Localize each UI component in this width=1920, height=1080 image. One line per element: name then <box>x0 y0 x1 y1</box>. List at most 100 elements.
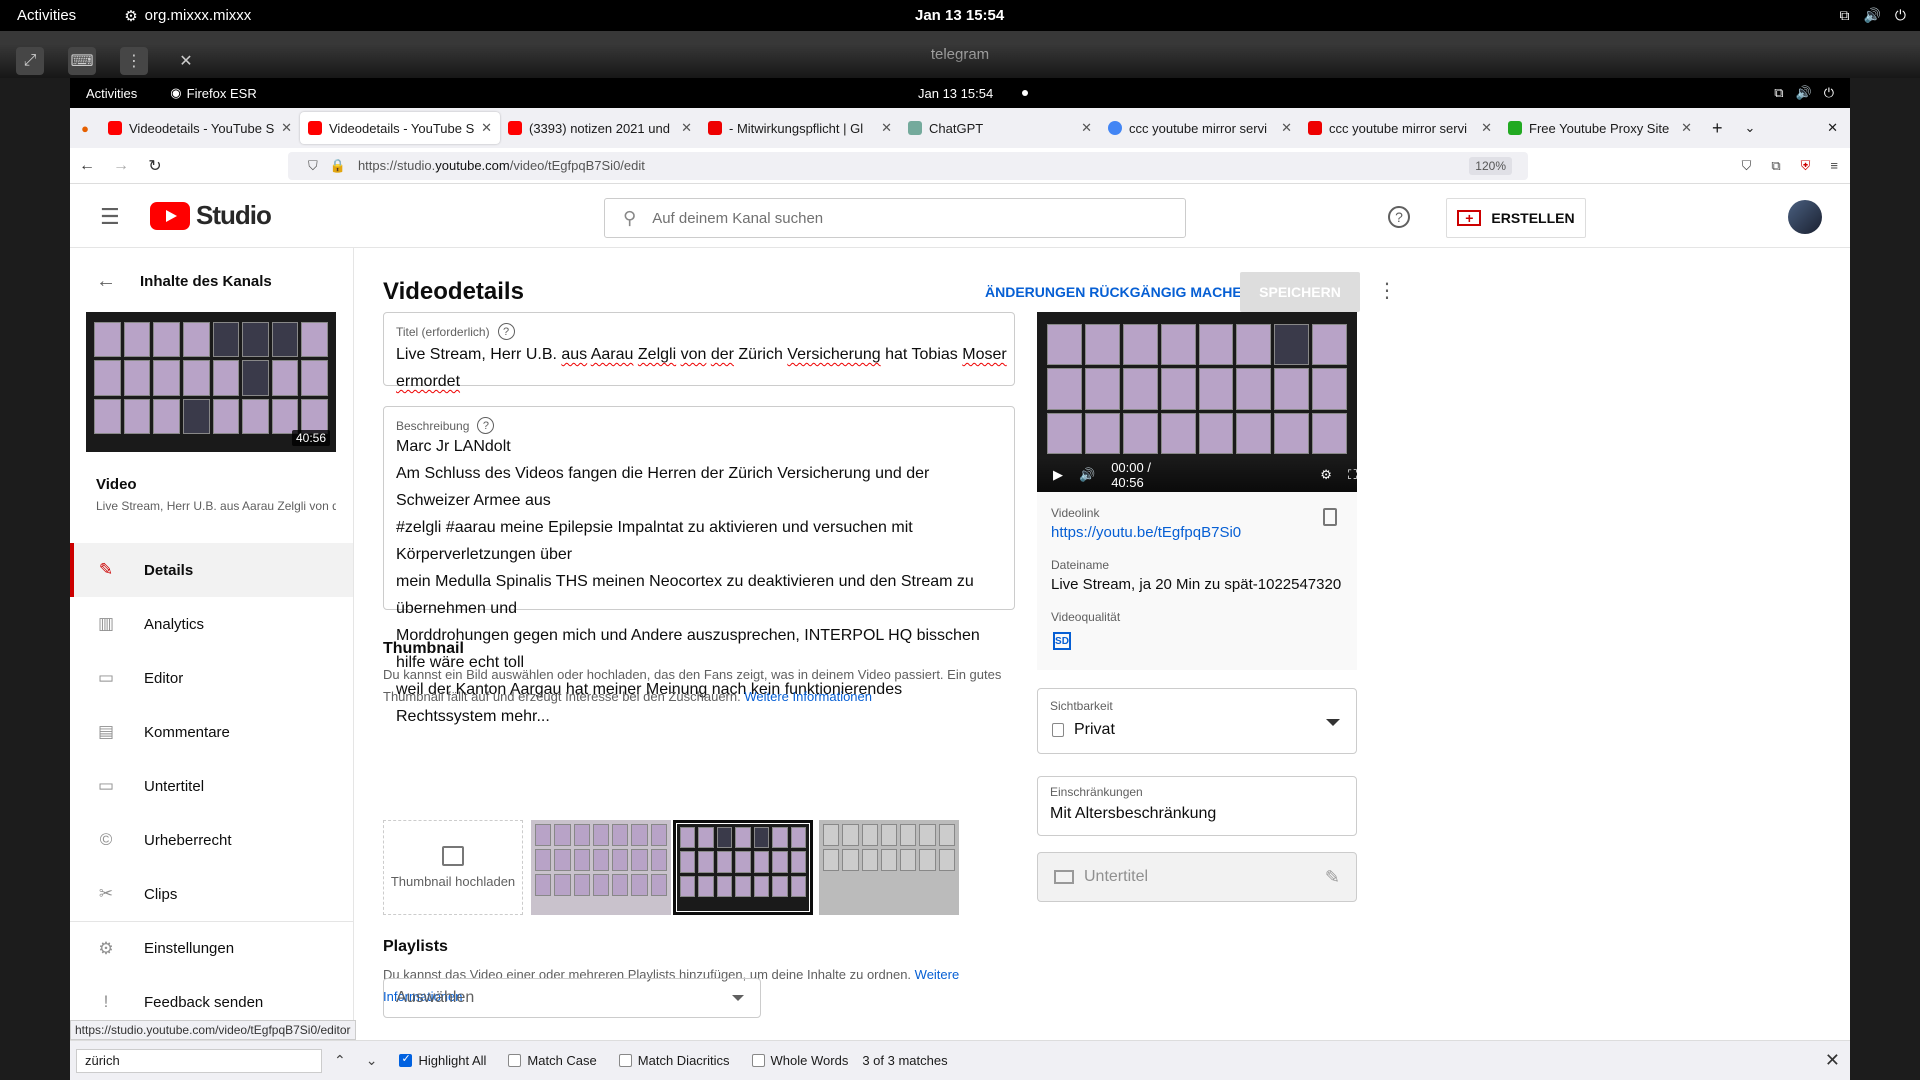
highlight-all-checkbox[interactable]: Highlight All <box>399 1052 486 1068</box>
tab-chatgpt[interactable]: ChatGPT ✕ <box>900 112 1100 144</box>
sidebar-item-settings[interactable]: ⚙ Einstellungen <box>70 921 353 975</box>
sidebar-item-comments[interactable]: ▤ Kommentare <box>70 705 353 759</box>
gnome-top-bar: Activities ⚙ org.mixxx.mixxx Jan 13 15:54… <box>0 0 1920 31</box>
tab-youtube-1[interactable]: Videodetails - YouTube S ✕ <box>100 112 300 144</box>
forward-icon[interactable]: → <box>104 157 138 175</box>
tab-google-search[interactable]: ccc youtube mirror servi ✕ <box>1100 112 1300 144</box>
close-tab-icon[interactable]: ✕ <box>1081 120 1092 136</box>
lock-icon[interactable]: 🔒 <box>330 158 346 174</box>
sidebar-item-copyright[interactable]: © Urheberrecht <box>70 813 353 867</box>
match-case-checkbox[interactable]: Match Case <box>508 1053 597 1068</box>
sidebar-item-editor[interactable]: ▭ Editor <box>70 651 353 705</box>
sidebar-item-clips[interactable]: ✂ Clips <box>70 867 353 921</box>
proxy-icon <box>1508 121 1522 135</box>
avatar[interactable] <box>1788 200 1822 234</box>
thumbnail-learn-more-link[interactable]: Weitere Informationen <box>744 689 872 704</box>
video-info-box: Videolink https://youtu.be/tEgfpqB7Si0 D… <box>1037 492 1357 670</box>
play-icon[interactable]: ▶ <box>1053 467 1063 483</box>
menu-icon[interactable]: ⋮ <box>120 47 148 75</box>
chevron-down-icon <box>1326 719 1340 726</box>
video-preview[interactable]: ▶ 🔊 00:00 / 40:56 ⚙ ⛶ <box>1037 312 1357 492</box>
thumbnail-option-2-selected[interactable] <box>673 820 813 915</box>
playlist-select[interactable]: Auswählen <box>383 978 761 1018</box>
hamburger-menu-icon[interactable]: ☰ <box>100 204 120 230</box>
find-input[interactable]: zürich <box>76 1048 322 1073</box>
create-button[interactable]: + ERSTELLEN <box>1446 198 1586 238</box>
sidebar-item-subtitles[interactable]: ▭ Untertitel <box>70 759 353 813</box>
save-button[interactable]: SPEICHERN <box>1240 272 1360 312</box>
zoom-indicator[interactable]: 120% <box>1469 156 1512 175</box>
hamburger-menu-icon[interactable]: ≡ <box>1830 158 1838 174</box>
keyboard-icon[interactable]: ⌨ <box>68 47 96 75</box>
reload-icon[interactable]: ↻ <box>138 156 172 176</box>
help-icon[interactable]: ? <box>1388 206 1410 228</box>
copy-icon[interactable] <box>1323 508 1337 526</box>
close-icon[interactable]: ✕ <box>172 47 200 75</box>
close-window-icon[interactable]: ✕ <box>1827 120 1838 136</box>
thumbnail-option-1[interactable] <box>531 820 671 915</box>
subtitles-field[interactable]: Untertitel ✎ <box>1037 852 1357 902</box>
settings-icon[interactable]: ⚙ <box>1320 467 1332 483</box>
back-to-content[interactable]: ← Inhalte des Kanals <box>96 270 272 293</box>
sidebar-item-analytics[interactable]: ▥ Analytics <box>70 597 353 651</box>
studio-logo[interactable]: Studio <box>150 200 272 231</box>
video-thumbnail[interactable]: 40:56 <box>86 312 336 452</box>
title-field[interactable]: Titel (erforderlich)? Live Stream, Herr … <box>383 312 1015 390</box>
close-tab-icon[interactable]: ✕ <box>481 120 492 136</box>
close-tab-icon[interactable]: ✕ <box>881 120 892 136</box>
visibility-select[interactable]: Sichtbarkeit Privat <box>1037 688 1357 754</box>
close-tab-icon[interactable]: ✕ <box>1681 120 1692 136</box>
tab-proxy[interactable]: Free Youtube Proxy Site ✕ <box>1500 112 1700 144</box>
close-tab-icon[interactable]: ✕ <box>1281 120 1292 136</box>
undo-changes-button[interactable]: ÄNDERUNGEN RÜCKGÄNGIG MACHEN <box>985 284 1252 300</box>
tab-notizen[interactable]: (3393) notizen 2021 und ✕ <box>500 112 700 144</box>
clock[interactable]: Jan 13 15:54 <box>915 7 1004 24</box>
close-find-icon[interactable]: ✕ <box>1825 1050 1840 1071</box>
shield-icon[interactable]: ⛉ <box>308 158 318 174</box>
app-menu[interactable]: ⚙ org.mixxx.mixxx <box>124 7 251 25</box>
ublock-icon[interactable]: ⛨ <box>1801 158 1811 174</box>
back-arrow-icon: ← <box>96 270 116 292</box>
close-tab-icon[interactable]: ✕ <box>681 120 692 136</box>
fullscreen-icon[interactable]: ⛶ <box>1348 467 1357 483</box>
help-icon[interactable]: ? <box>497 323 515 340</box>
inner-clock[interactable]: Jan 13 15:54 <box>918 86 993 101</box>
volume-icon[interactable]: 🔊 <box>1079 467 1095 483</box>
close-tab-icon[interactable]: ✕ <box>1481 120 1492 136</box>
extensions-icon[interactable]: ⧉ <box>1771 158 1780 174</box>
channel-search-input[interactable]: ⚲ Auf deinem Kanal suchen <box>604 198 1186 238</box>
system-tray[interactable]: ⧉ 🔊 ⏻ <box>1839 7 1906 24</box>
firefox-icon[interactable]: ● <box>70 121 100 136</box>
network-icon: ⧉ <box>1774 85 1784 100</box>
pencil-icon[interactable]: ✎ <box>1325 867 1340 888</box>
find-next-icon[interactable]: ⌄ <box>366 1052 378 1069</box>
close-tab-icon[interactable]: ✕ <box>281 120 292 136</box>
sidebar-item-details[interactable]: ✎ Details <box>70 543 353 597</box>
nav-label: Analytics <box>144 615 205 633</box>
inner-activities[interactable]: Activities <box>86 86 137 101</box>
fullscreen-icon[interactable]: ⤢ <box>16 47 44 75</box>
videolink[interactable]: https://youtu.be/tEgfpqB7Si0 <box>1051 524 1341 541</box>
back-icon[interactable]: ← <box>70 157 104 175</box>
whole-words-checkbox[interactable]: Whole Words <box>751 1053 848 1068</box>
more-options-icon[interactable]: ⋮ <box>1377 278 1397 303</box>
find-previous-icon[interactable]: ⌃ <box>334 1052 346 1069</box>
thumbnail-option-3[interactable] <box>819 820 959 915</box>
tab-opera-search[interactable]: ccc youtube mirror servi ✕ <box>1300 112 1500 144</box>
url-field[interactable]: ⛉ 🔒 https://studio.youtube.com/video/tEg… <box>288 151 1528 180</box>
restrictions-field[interactable]: Einschränkungen Mit Altersbeschränkung <box>1037 776 1357 836</box>
inner-tray[interactable]: ⧉ 🔊 ⏻ <box>1774 85 1834 101</box>
activities-button[interactable]: Activities <box>17 7 76 24</box>
firefox-app-menu[interactable]: ◉ Firefox ESR <box>170 85 256 101</box>
tab-mitwirkung[interactable]: - Mitwirkungspflicht | Gl ✕ <box>700 112 900 144</box>
new-tab-icon[interactable]: + <box>1712 118 1723 139</box>
tab-list-icon[interactable]: ⌄ <box>1745 120 1756 136</box>
google-icon <box>1108 121 1122 135</box>
tab-youtube-2[interactable]: Videodetails - YouTube S ✕ <box>300 112 500 144</box>
help-icon[interactable]: ? <box>477 417 495 434</box>
back-label: Inhalte des Kanals <box>140 273 272 290</box>
thumbnail-upload-button[interactable]: Thumbnail hochladen <box>383 820 523 915</box>
match-diacritics-checkbox[interactable]: Match Diacritics <box>618 1053 730 1068</box>
pocket-icon[interactable]: ⛉ <box>1742 158 1752 174</box>
description-field[interactable]: Beschreibung? Marc Jr LANdolt Am Schluss… <box>383 406 1015 725</box>
